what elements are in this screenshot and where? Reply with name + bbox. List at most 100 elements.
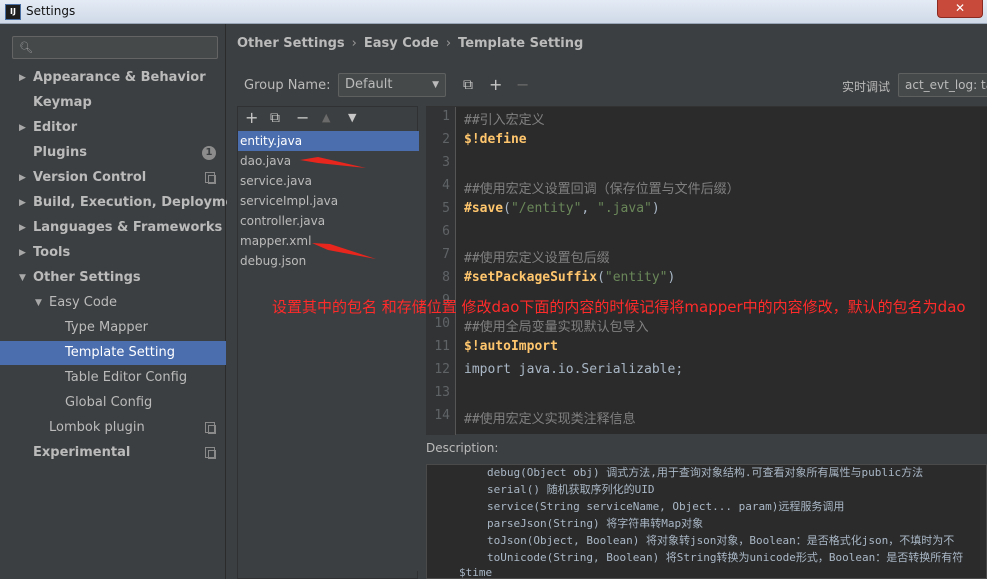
copy-group-button[interactable]: ⧉ [463, 75, 473, 95]
intellij-app-icon: IJ [5, 4, 21, 20]
file-item-mapper[interactable]: mapper.xml [238, 231, 419, 251]
template-code-editor[interactable]: 1 2 3 4 5 6 7 8 9 10 11 12 13 14 ##引入宏定义… [426, 106, 987, 435]
sidebar-item-global-config[interactable]: Global Config [0, 391, 226, 415]
move-down-button[interactable]: ▼ [348, 107, 356, 129]
code-line-10: ##使用全局变量实现默认包导入 [464, 320, 649, 335]
group-name-label: Group Name: [244, 78, 331, 93]
line-number-gutter: 1 2 3 4 5 6 7 8 9 10 11 12 13 14 [426, 107, 456, 435]
file-item-dao[interactable]: dao.java [238, 151, 419, 171]
add-template-button[interactable]: + [245, 107, 258, 129]
annotation-note: 设置其中的包名 和存储位置 修改dao下面的内容的时候记得将mapper中的内容… [272, 298, 966, 316]
settings-sidebar: 🔍︎ ▶ Appearance & Behavior Keymap ▶ Edit… [0, 24, 250, 579]
line-number: 11 [434, 339, 450, 354]
sidebar-item-label: Keymap [33, 95, 92, 110]
line-number: 14 [434, 408, 450, 423]
code-line-11: $!autoImport [464, 339, 558, 354]
code-line-4: ##使用宏定义设置回调（保存位置与文件后缀） [464, 182, 740, 197]
sidebar-item-appearance-behavior[interactable]: ▶ Appearance & Behavior [0, 66, 226, 90]
copy-template-button[interactable]: ⧉ [270, 107, 280, 129]
sidebar-item-label: Lombok plugin [49, 420, 145, 435]
code-token: "/entity" [510, 201, 582, 216]
sidebar-item-lombok-plugin[interactable]: Lombok plugin [0, 416, 226, 440]
realtime-debug-table-select[interactable]: act_evt_log: ta [898, 73, 987, 97]
expand-arrow-icon[interactable]: ▶ [19, 116, 26, 140]
line-number: 12 [434, 362, 450, 377]
line-number: 13 [434, 385, 450, 400]
file-item-debug[interactable]: debug.json [238, 251, 419, 271]
move-up-button[interactable]: ▲ [322, 107, 330, 129]
line-number: 1 [442, 109, 450, 124]
code-line-1: ##引入宏定义 [464, 113, 545, 128]
code-token: ".java" [597, 201, 652, 216]
settings-search-input[interactable]: 🔍︎ [12, 36, 218, 59]
expand-arrow-icon[interactable]: ▶ [19, 191, 26, 215]
chevron-down-icon: ▼ [432, 80, 439, 90]
breadcrumb-other-settings[interactable]: Other Settings [237, 36, 345, 51]
group-name-value: Default [345, 77, 393, 92]
line-number: 5 [442, 201, 450, 216]
code-token: ( [503, 201, 511, 216]
sidebar-item-version-control[interactable]: ▶ Version Control [0, 166, 226, 190]
sidebar-item-plugins[interactable]: Plugins 1 [0, 141, 226, 165]
sidebar-item-label: Languages & Frameworks [33, 220, 223, 235]
line-number: 8 [442, 270, 450, 285]
add-group-button[interactable]: + [489, 75, 502, 95]
remove-template-button[interactable]: − [296, 107, 309, 129]
breadcrumb-separator: › [445, 36, 452, 51]
code-line-7: ##使用宏定义设置包后缀 [464, 251, 610, 266]
sidebar-item-label: Build, Execution, Deployment [33, 195, 250, 210]
file-item-entity[interactable]: entity.java [238, 131, 419, 151]
close-window-button[interactable]: ✕ [937, 0, 983, 18]
description-text-area[interactable]: debug(Object obj) 调式方法,用于查询对象结构.可查看对象所有属… [426, 464, 987, 579]
code-token: ( [597, 270, 605, 285]
code-token: , [581, 201, 598, 216]
expand-arrow-icon[interactable]: ▶ [19, 66, 26, 90]
sidebar-item-build-execution-deployment[interactable]: ▶ Build, Execution, Deployment [0, 191, 250, 215]
code-token: #setPackageSuffix [464, 270, 598, 285]
sidebar-item-label: Template Setting [65, 345, 175, 360]
group-name-select[interactable]: Default ▼ [338, 73, 446, 97]
sidebar-item-template-setting[interactable]: Template Setting [0, 341, 226, 365]
collapse-arrow-icon[interactable]: ▼ [19, 266, 26, 290]
description-line: service(String serviceName, Object... pa… [487, 500, 845, 513]
file-item-controller[interactable]: controller.java [238, 211, 419, 231]
realtime-debug-label: 实时调试 [842, 80, 891, 94]
code-token: ) [651, 201, 660, 216]
project-scope-icon [205, 422, 216, 434]
sidebar-item-other-settings[interactable]: ▼ Other Settings [0, 266, 226, 290]
sidebar-item-type-mapper[interactable]: Type Mapper [0, 316, 226, 340]
file-toolbar: + ⧉ − ▲ ▼ [238, 107, 419, 129]
expand-arrow-icon[interactable]: ▶ [19, 166, 26, 190]
description-line: toUnicode(String, Boolean) 将String转换为uni… [487, 551, 964, 564]
sidebar-item-table-editor-config[interactable]: Table Editor Config [0, 366, 226, 390]
file-item-serviceimpl[interactable]: serviceImpl.java [238, 191, 419, 211]
project-scope-icon [205, 172, 216, 184]
sidebar-item-keymap[interactable]: Keymap [0, 91, 226, 115]
expand-arrow-icon[interactable]: ▶ [19, 216, 26, 240]
template-file-panel: + ⧉ − ▲ ▼ entity.java dao.java service.j… [237, 106, 419, 579]
expand-arrow-icon[interactable]: ▶ [19, 241, 26, 265]
sidebar-item-editor[interactable]: ▶ Editor [0, 116, 226, 140]
sidebar-item-label: Tools [33, 245, 71, 260]
sidebar-item-experimental[interactable]: Experimental [0, 441, 226, 465]
description-line: debug(Object obj) 调式方法,用于查询对象结构.可查看对象所有属… [487, 466, 924, 479]
sidebar-item-label: Version Control [33, 170, 147, 185]
window-title: Settings [26, 4, 76, 18]
code-line-5: #save("/entity", ".java") [464, 201, 660, 216]
collapse-arrow-icon[interactable]: ▼ [35, 291, 42, 315]
sidebar-item-label: Experimental [33, 445, 131, 460]
sidebar-item-languages-frameworks[interactable]: ▶ Languages & Frameworks [0, 216, 226, 240]
code-token: ) [667, 270, 676, 285]
sidebar-item-tools[interactable]: ▶ Tools [0, 241, 226, 265]
breadcrumb-easy-code[interactable]: Easy Code [364, 36, 439, 51]
code-line-2: $!define [464, 132, 527, 147]
line-number: 10 [434, 316, 450, 331]
search-icon: 🔍︎ [19, 41, 33, 54]
file-item-service[interactable]: service.java [238, 171, 419, 191]
remove-group-button[interactable]: − [516, 75, 529, 95]
line-number: 6 [442, 224, 450, 239]
breadcrumb-separator: › [351, 36, 357, 51]
code-line-8: #setPackageSuffix("entity") [464, 270, 675, 285]
sidebar-item-label: Editor [33, 120, 78, 135]
sidebar-item-easy-code[interactable]: ▼ Easy Code [0, 291, 226, 315]
